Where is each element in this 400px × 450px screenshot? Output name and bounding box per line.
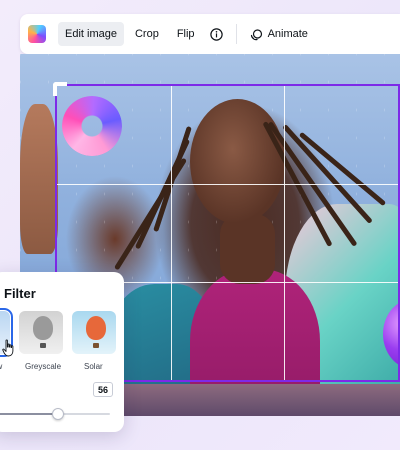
app-logo-icon[interactable] [28,25,46,43]
balloon-basket [40,343,46,348]
image-toolbar: Edit image Crop Flip Animate [20,14,400,54]
filter-label: Solar [84,362,103,371]
animate-icon [250,28,262,40]
balloon-image [33,316,53,340]
crop-button[interactable]: Crop [128,22,166,46]
balloon-image [86,316,106,340]
animate-label: Animate [267,28,308,40]
animate-button[interactable]: Animate [243,22,315,46]
balloon-basket [93,343,99,348]
crop-grid-line [57,183,398,185]
edit-image-button[interactable]: Edit image [58,22,124,46]
info-icon [210,27,223,41]
filter-thumb-solar[interactable] [72,311,116,354]
filter-thumb-greyscale[interactable] [19,311,63,354]
crop-grid-line [284,86,286,380]
filter-label: Greyscale [25,362,62,371]
intensity-value[interactable]: 56 [93,382,113,397]
info-button[interactable] [206,22,228,46]
intensity-slider-fill [0,413,59,415]
photo-hand [20,104,58,254]
crop-handle-top-left[interactable] [53,82,67,96]
flip-button[interactable]: Flip [170,22,202,46]
crop-grid-line [170,86,172,380]
hand-cursor-icon [2,339,14,357]
toolbar-divider [235,24,237,44]
filter-label: ew [0,362,2,371]
intensity-slider-thumb[interactable] [52,408,65,420]
filter-panel-title: Filter [4,286,36,301]
filter-panel: Filter ew Greyscale Solar 56 [0,272,124,432]
intensity-slider[interactable] [0,408,110,420]
